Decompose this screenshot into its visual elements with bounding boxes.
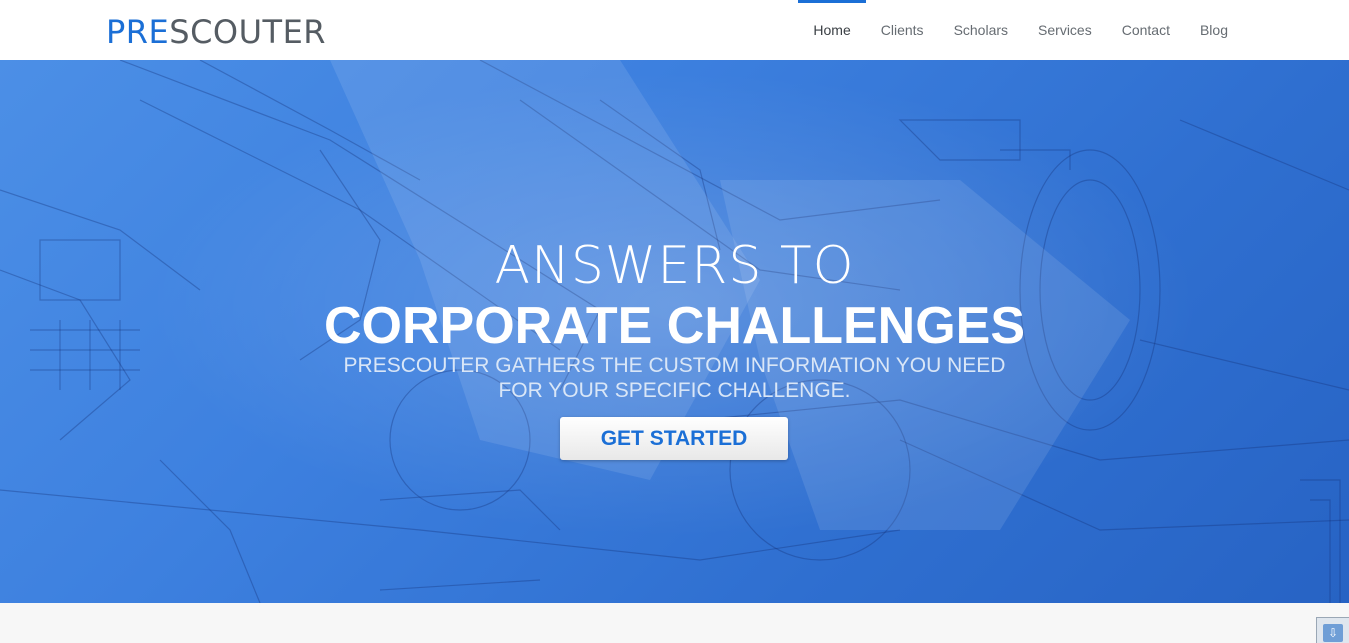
brand-logo-prefix: PRE (106, 13, 170, 51)
hero-heading-line2: CORPORATE CHALLENGES (323, 297, 1026, 355)
nav-item-contact[interactable]: Contact (1107, 0, 1185, 60)
hero-subtitle: PRESCOUTER GATHERS THE CUSTOM INFORMATIO… (0, 353, 1349, 403)
get-started-button[interactable]: GET STARTED (560, 417, 788, 460)
hero-content: ANSWERS TO CORPORATE CHALLENGES PRESCOUT… (0, 60, 1349, 603)
nav-item-services[interactable]: Services (1023, 0, 1107, 60)
nav-item-label: Services (1038, 22, 1092, 38)
top-navbar: PRESCOUTER Home Clients Scholars Service… (0, 0, 1349, 60)
brand-logo[interactable]: PRESCOUTER (106, 14, 326, 50)
hero-subtitle-line2: FOR YOUR SPECIFIC CHALLENGE. (498, 379, 851, 402)
nav-item-label: Blog (1199, 22, 1228, 38)
nav-item-label: Contact (1121, 22, 1170, 38)
nav-item-label: Home (813, 22, 851, 38)
below-hero-section (0, 603, 1349, 643)
nav-item-scholars[interactable]: Scholars (939, 0, 1023, 60)
nav-item-label: Scholars (953, 22, 1009, 38)
nav-item-blog[interactable]: Blog (1185, 0, 1243, 60)
hero-section: ANSWERS TO CORPORATE CHALLENGES PRESCOUT… (0, 60, 1349, 603)
nav-item-label: Clients (880, 22, 924, 38)
hero-subtitle-line1: PRESCOUTER GATHERS THE CUSTOM INFORMATIO… (343, 354, 1006, 377)
brand-logo-suffix: SCOUTER (169, 13, 327, 51)
main-nav: Home Clients Scholars Services Contact B… (798, 0, 1243, 60)
hero-heading-line1: ANSWERS TO (494, 236, 855, 296)
download-arrow-icon: ⇩ (1323, 624, 1343, 642)
nav-item-home[interactable]: Home (798, 0, 867, 60)
corner-widget[interactable]: ⇩ (1316, 617, 1349, 643)
nav-item-clients[interactable]: Clients (866, 0, 939, 60)
